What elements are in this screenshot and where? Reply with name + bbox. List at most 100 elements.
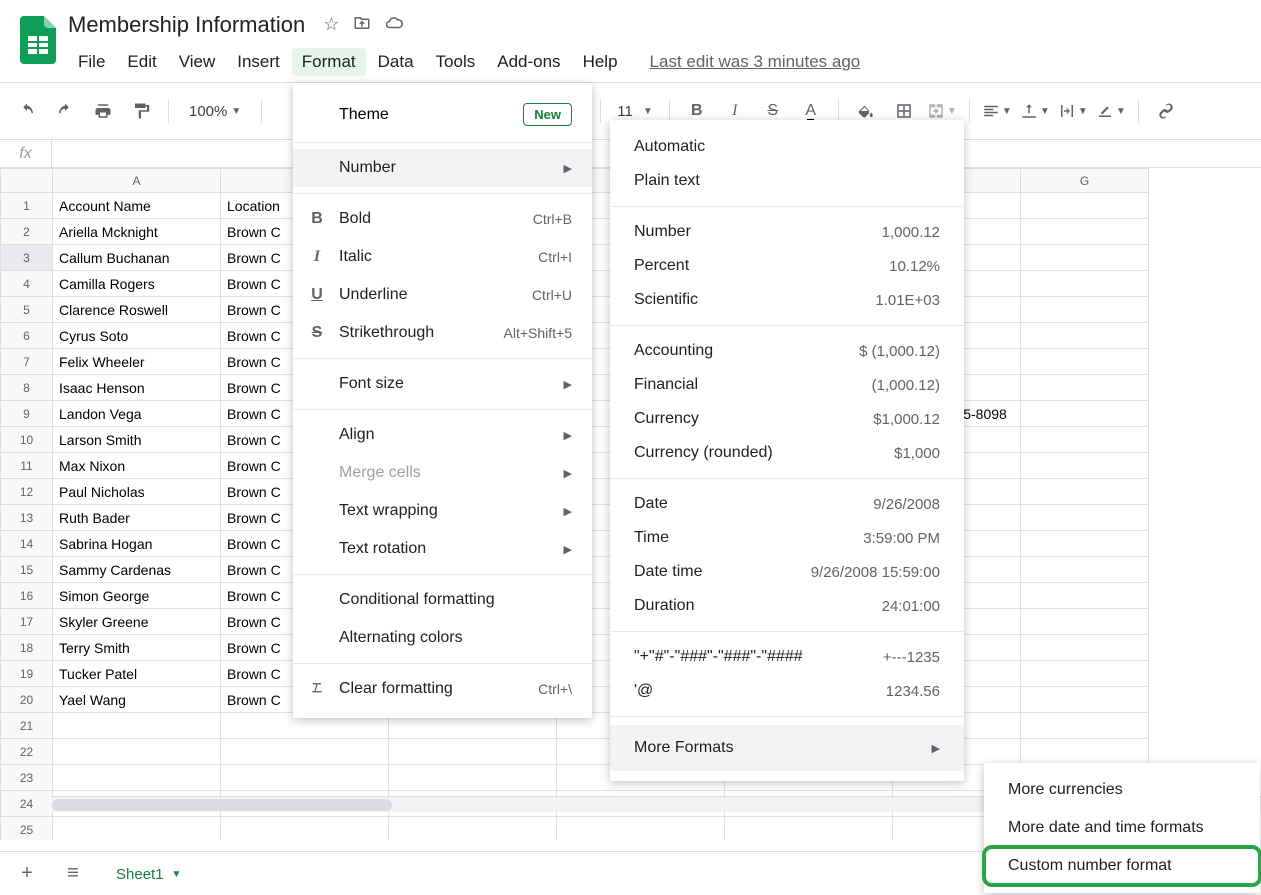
zoom-select[interactable]: 100% ▼ <box>179 103 251 120</box>
cell[interactable] <box>53 739 221 765</box>
menu-help[interactable]: Help <box>573 48 628 76</box>
menu-data[interactable]: Data <box>368 48 424 76</box>
redo-button[interactable] <box>48 94 82 128</box>
cell[interactable] <box>1021 427 1149 453</box>
cell[interactable]: Ariella Mcknight <box>53 219 221 245</box>
menu-format[interactable]: Format <box>292 48 366 76</box>
menu-view[interactable]: View <box>169 48 226 76</box>
cell[interactable] <box>1021 297 1149 323</box>
numfmt-datetime[interactable]: Date time9/26/2008 15:59:00 <box>610 555 964 589</box>
cell[interactable] <box>557 817 725 841</box>
row-header[interactable]: 16 <box>1 583 53 609</box>
menu-file[interactable]: File <box>68 48 115 76</box>
row-header[interactable]: 1 <box>1 193 53 219</box>
cell[interactable] <box>1021 245 1149 271</box>
cell[interactable]: Larson Smith <box>53 427 221 453</box>
row-header[interactable]: 21 <box>1 713 53 739</box>
v-align-button[interactable]: ▼ <box>1018 94 1052 128</box>
row-header[interactable]: 12 <box>1 479 53 505</box>
numfmt-more-formats[interactable]: More Formats▶ <box>610 725 964 771</box>
row-header[interactable]: 22 <box>1 739 53 765</box>
row-header[interactable]: 23 <box>1 765 53 791</box>
row-header[interactable]: 15 <box>1 557 53 583</box>
menu-addons[interactable]: Add-ons <box>487 48 570 76</box>
cell[interactable] <box>1021 687 1149 713</box>
numfmt-currency-rounded[interactable]: Currency (rounded)$1,000 <box>610 436 964 470</box>
numfmt-custom2[interactable]: '@1234.56 <box>610 674 964 708</box>
cell[interactable] <box>1021 713 1149 739</box>
rotate-button[interactable]: ▼ <box>1094 94 1128 128</box>
numfmt-scientific[interactable]: Scientific1.01E+03 <box>610 283 964 317</box>
cell[interactable] <box>1021 193 1149 219</box>
more-date-time[interactable]: More date and time formats <box>984 809 1260 847</box>
row-header[interactable]: 25 <box>1 817 53 841</box>
add-sheet-button[interactable]: + <box>10 857 44 891</box>
cell[interactable]: Camilla Rogers <box>53 271 221 297</box>
row-header[interactable]: 19 <box>1 661 53 687</box>
cell[interactable]: Sabrina Hogan <box>53 531 221 557</box>
format-text-rotation[interactable]: Text rotation▶ <box>293 530 592 568</box>
format-merge[interactable]: Merge cells▶ <box>293 454 592 492</box>
col-header-G[interactable]: G <box>1021 169 1149 193</box>
cell[interactable]: Paul Nicholas <box>53 479 221 505</box>
numfmt-percent[interactable]: Percent10.12% <box>610 249 964 283</box>
cell[interactable] <box>1021 505 1149 531</box>
format-underline[interactable]: UUnderlineCtrl+U <box>293 276 592 314</box>
cell[interactable]: Felix Wheeler <box>53 349 221 375</box>
numfmt-time[interactable]: Time3:59:00 PM <box>610 521 964 555</box>
cell[interactable] <box>1021 739 1149 765</box>
doc-title[interactable]: Membership Information <box>68 12 305 38</box>
cell[interactable] <box>1021 609 1149 635</box>
wrap-button[interactable]: ▼ <box>1056 94 1090 128</box>
cell[interactable] <box>53 765 221 791</box>
cell[interactable]: Skyler Greene <box>53 609 221 635</box>
cell[interactable] <box>1021 349 1149 375</box>
cell[interactable] <box>1021 401 1149 427</box>
cell[interactable] <box>53 817 221 841</box>
row-header[interactable]: 9 <box>1 401 53 427</box>
format-bold[interactable]: BBoldCtrl+B <box>293 200 592 238</box>
row-header[interactable]: 24 <box>1 791 53 817</box>
row-header[interactable]: 4 <box>1 271 53 297</box>
menu-insert[interactable]: Insert <box>227 48 290 76</box>
cell[interactable] <box>1021 323 1149 349</box>
col-header-A[interactable]: A <box>53 169 221 193</box>
cell[interactable] <box>1021 453 1149 479</box>
sheet-tab-1[interactable]: Sheet1▼ <box>102 858 195 889</box>
row-header[interactable]: 2 <box>1 219 53 245</box>
cell[interactable]: Tucker Patel <box>53 661 221 687</box>
row-header[interactable]: 10 <box>1 427 53 453</box>
format-number[interactable]: Number▶ <box>293 149 592 187</box>
numfmt-date[interactable]: Date9/26/2008 <box>610 487 964 521</box>
cell[interactable]: Sammy Cardenas <box>53 557 221 583</box>
format-font-size[interactable]: Font size▶ <box>293 365 592 403</box>
row-header[interactable]: 7 <box>1 349 53 375</box>
cell[interactable] <box>1021 271 1149 297</box>
menu-tools[interactable]: Tools <box>426 48 486 76</box>
cell[interactable] <box>1021 531 1149 557</box>
row-header[interactable]: 17 <box>1 609 53 635</box>
cell[interactable] <box>1021 375 1149 401</box>
cell[interactable] <box>389 817 557 841</box>
custom-number-format[interactable]: Custom number format <box>984 847 1260 885</box>
cell[interactable] <box>221 739 389 765</box>
numfmt-currency[interactable]: Currency$1,000.12 <box>610 402 964 436</box>
format-conditional[interactable]: Conditional formatting <box>293 581 592 619</box>
cell[interactable] <box>1021 635 1149 661</box>
paint-format-button[interactable] <box>124 94 158 128</box>
cloud-icon[interactable] <box>385 14 403 37</box>
cell[interactable]: Max Nixon <box>53 453 221 479</box>
cell[interactable] <box>1021 557 1149 583</box>
select-all-corner[interactable] <box>1 169 53 193</box>
h-align-button[interactable]: ▼ <box>980 94 1014 128</box>
cell[interactable] <box>1021 479 1149 505</box>
cell[interactable]: Callum Buchanan <box>53 245 221 271</box>
cell[interactable] <box>725 817 893 841</box>
format-text-wrapping[interactable]: Text wrapping▶ <box>293 492 592 530</box>
row-header[interactable]: 13 <box>1 505 53 531</box>
format-alternating[interactable]: Alternating colors <box>293 619 592 657</box>
cell[interactable] <box>221 817 389 841</box>
format-align[interactable]: Align▶ <box>293 416 592 454</box>
last-edit-link[interactable]: Last edit was 3 minutes ago <box>650 48 861 76</box>
cell[interactable]: Yael Wang <box>53 687 221 713</box>
